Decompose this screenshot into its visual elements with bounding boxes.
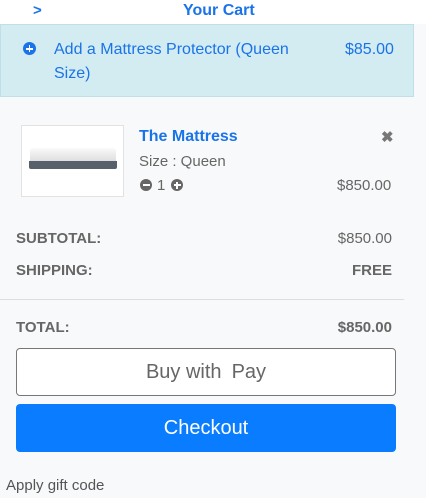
cart-title: Your Cart: [183, 2, 255, 19]
apple-pay-prefix: Buy with: [145, 360, 222, 383]
mattress-image-top: [30, 148, 116, 162]
apply-gift-code-link[interactable]: Apply gift code: [6, 477, 104, 494]
total-label: TOTAL:: [16, 319, 70, 336]
subtotal-value: $850.00: [337, 230, 392, 247]
subtotal-label: SUBTOTAL:: [16, 230, 102, 247]
checkout-button[interactable]: Checkout: [16, 404, 396, 452]
item-quantity: 1: [157, 177, 166, 194]
mattress-image-side: [29, 161, 117, 169]
upsell-label: Add a Mattress Protector (Queen Size): [54, 41, 289, 82]
mattress-thumbnail: [21, 125, 124, 197]
totals-divider: [0, 299, 404, 300]
apple-pay-suffix: Pay: [231, 360, 267, 383]
shipping-value: FREE: [351, 262, 392, 279]
checkout-label: Checkout: [163, 416, 249, 439]
apple-pay-button[interactable]: Buy with Pay: [16, 348, 396, 396]
plus-circle-icon[interactable]: [23, 42, 36, 55]
item-size: Size : Queen: [139, 153, 226, 170]
chevron-right-icon[interactable]: >: [33, 2, 42, 19]
shipping-label: SHIPPING:: [16, 262, 93, 279]
remove-item-icon[interactable]: ✖: [381, 128, 394, 146]
mattress-protector-upsell[interactable]: Add a Mattress Protector (Queen Size) $8…: [0, 24, 414, 97]
upsell-price: $85.00: [345, 41, 394, 58]
item-name[interactable]: The Mattress: [139, 128, 238, 146]
cart-header: > Your Cart: [0, 0, 426, 24]
total-value: $850.00: [337, 319, 392, 336]
decrease-quantity-icon[interactable]: [140, 179, 152, 191]
increase-quantity-icon[interactable]: [171, 179, 183, 191]
item-price: $850.00: [337, 177, 392, 194]
